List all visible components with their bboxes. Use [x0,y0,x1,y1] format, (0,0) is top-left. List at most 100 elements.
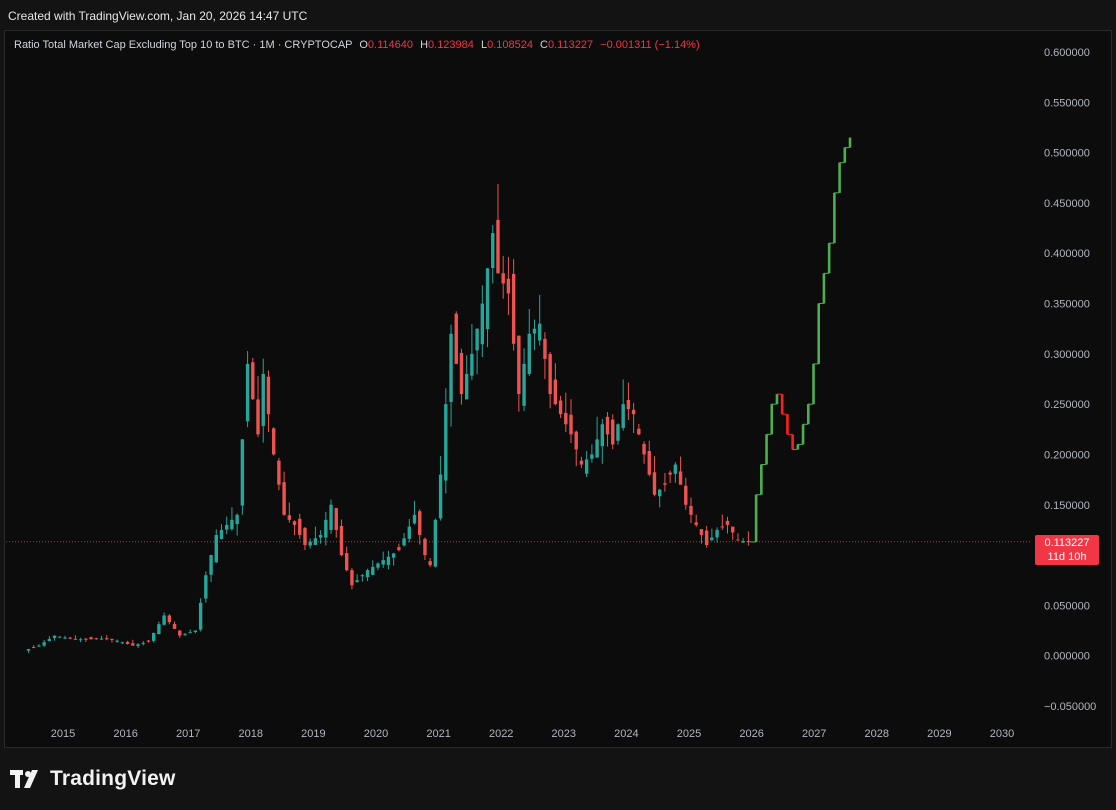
candle-body [183,633,187,635]
candle-body [329,504,333,530]
candle-body [58,636,62,638]
candle-body [511,273,516,344]
candle-body [720,526,724,528]
x-tick-label: 2016 [113,728,137,740]
candle-body [454,313,458,364]
candle-body [151,632,156,641]
projection-candle [822,273,826,304]
candle-body [245,363,250,422]
candle-body [569,414,573,435]
candle-body [204,575,208,599]
y-tick-label: 0.550000 [1044,97,1090,109]
candle-body [277,460,281,485]
candle-body [527,333,531,375]
candle-body [574,431,578,450]
price-chart[interactable]: 0.600000 0.550000 0.500000 0.450000 0.400000… [0,0,1116,760]
last-price-value: 0.113227 [1044,537,1090,549]
tradingview-logo[interactable]: TradingView [10,766,176,792]
candle-body [240,439,245,506]
candle-body [350,570,354,586]
candle-body [637,428,641,435]
candle-body [167,615,172,623]
candle-body [99,638,104,640]
candle-body [517,335,521,395]
y-tick-label: 0.450000 [1044,198,1090,210]
candle-body [548,354,552,395]
candle-body [157,624,161,635]
x-tick-label: 2015 [51,728,75,740]
candle-body [120,642,125,644]
candle-body [230,519,234,530]
projection-candle [770,404,774,435]
y-tick-label: 0.300000 [1044,349,1090,361]
candle-body [611,419,615,445]
tradingview-logo-icon [10,768,44,790]
candle-body [188,632,192,634]
projection-candle [817,303,821,364]
candle-body [491,233,495,268]
candle-body [381,560,385,565]
candle-body [162,615,166,625]
candle-body [433,519,438,567]
candle-body [470,353,474,376]
candle-body [663,483,667,485]
candle-body [303,527,307,546]
projection-candle [796,444,800,450]
candle-body [543,338,547,359]
y-tick-label: 0.000000 [1044,651,1090,663]
x-tick-label: 2027 [802,728,826,740]
y-tick-label: 0.400000 [1044,248,1090,260]
candle-body [423,538,427,556]
candle-body [73,638,78,640]
candle-body [449,333,453,402]
candle-body [355,580,359,583]
candle-body [345,553,349,571]
candle-body [131,643,135,646]
candle-body [642,443,646,455]
x-tick-label: 2023 [552,728,576,740]
candle-body [741,540,745,543]
candle-body [251,362,255,400]
y-tick-label: 0.500000 [1044,148,1090,160]
bar-countdown: 11d 10h [1047,551,1087,563]
x-tick-label: 2021 [426,728,450,740]
candle-body [37,645,41,647]
x-tick-label: 2020 [364,728,388,740]
candle-body [694,522,698,525]
candle-body [209,555,213,575]
candle-body [235,514,239,525]
projection-candle [786,414,789,435]
candle-body [600,424,605,447]
candle-body [579,460,584,465]
candle-body [371,566,375,575]
candle-body [485,268,490,330]
candle-body [412,514,417,524]
x-tick-label: 2028 [865,728,889,740]
candle-body [318,534,323,538]
candle-body [292,521,297,525]
candle-body [225,524,229,530]
candle-body [725,520,730,525]
projection-candle [843,147,847,163]
y-tick-label: 0.200000 [1044,449,1090,461]
candle-body [704,530,709,546]
projection-candle [791,434,794,450]
candle-body [553,379,558,405]
candle-body [595,439,599,458]
x-tick-label: 2018 [239,728,263,740]
candle-body [689,505,693,515]
candle-body [261,373,265,427]
candle-body [365,570,370,578]
x-tick-label: 2022 [489,728,513,740]
candle-body [52,635,57,638]
candle-body [105,638,109,640]
candle-body [532,328,537,334]
candle-body [684,485,688,505]
candle-body [324,519,328,538]
projection-candle [775,394,779,405]
projection-candle [780,394,784,415]
candle-body [678,471,683,485]
projection-candle [754,494,758,542]
candle-body [308,541,312,546]
candle-body [418,511,422,535]
